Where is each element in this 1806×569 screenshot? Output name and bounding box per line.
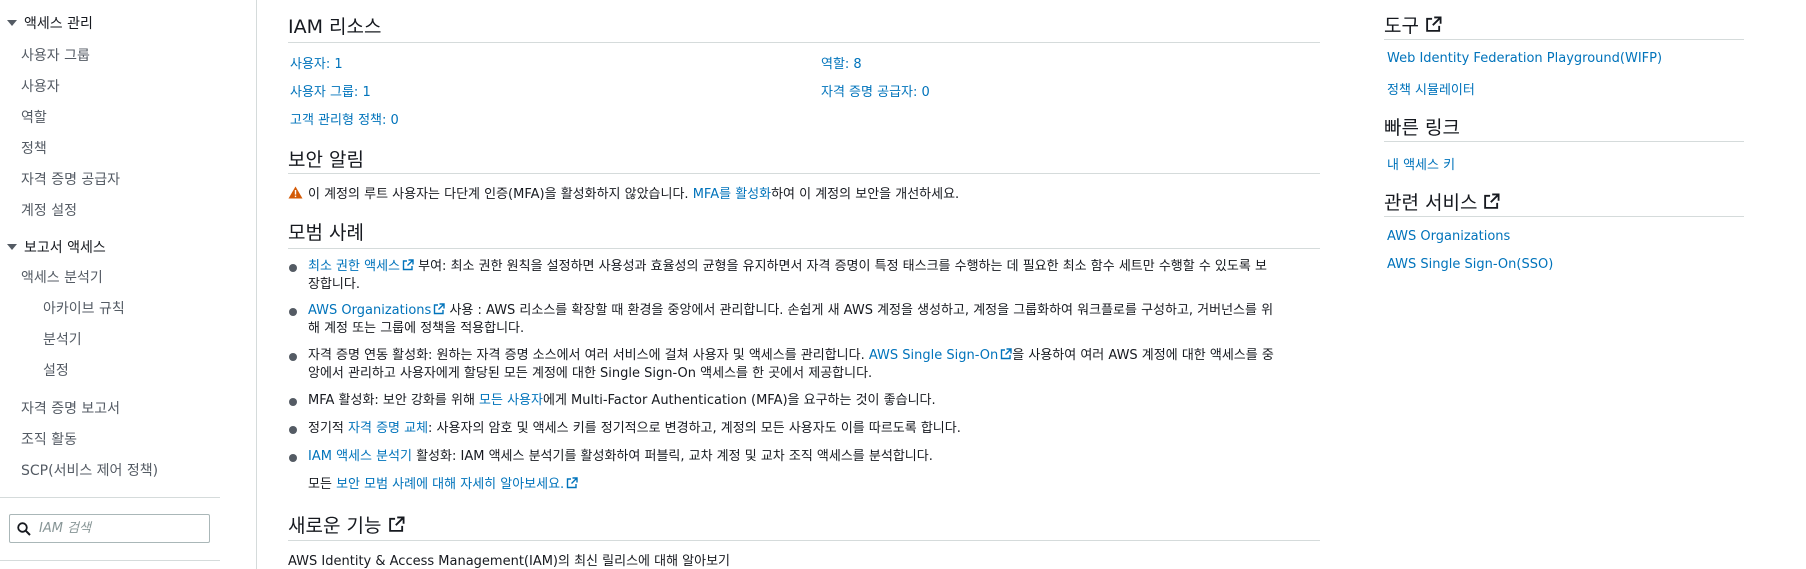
section-access-management-label: 액세스 관리 [24, 16, 93, 32]
bullet [289, 264, 297, 272]
related-services-title[interactable]: 관련 서비스 [1384, 188, 1500, 215]
sidebar-item-roles[interactable]: 역할 [21, 107, 47, 127]
bullet [289, 426, 297, 434]
sidebar-item-credential-report[interactable]: 자격 증명 보고서 [21, 398, 120, 418]
users-count-link[interactable]: 사용자: 1 [290, 53, 343, 72]
sidebar-item-users[interactable]: 사용자 [21, 76, 60, 96]
best-practice-item: 정기적 자격 증명 교체: 사용자의 암호 및 액세스 키를 정기적으로 변경하… [289, 420, 1278, 438]
learn-more: 모든 보안 모범 사례에 대해 자세히 알아보세요. [308, 476, 1278, 494]
best-practice-item: MFA 활성화: 보안 강화를 위해 모든 사용자에게 Multi-Factor… [289, 392, 1278, 410]
security-best-practices-link[interactable]: 보안 모범 사례에 대해 자세히 알아보세요. [336, 477, 578, 492]
divider [288, 248, 1320, 249]
sidebar-item-policies[interactable]: 정책 [21, 138, 47, 158]
least-privilege-link-label: 최소 권한 액세스 [308, 259, 400, 274]
tools-title-label: 도구 [1384, 15, 1419, 37]
enable-mfa-link[interactable]: MFA를 활성화 [693, 183, 771, 202]
section-access-reports-label: 보고서 액세스 [24, 240, 106, 256]
identity-federation-text: 자격 증명 연동 활성화: 원하는 자격 증명 소스에서 여러 서비스에 걸쳐 … [308, 348, 869, 363]
mfa-practice-text: MFA 활성화: 보안 강화를 위해 [308, 393, 480, 408]
caret-down-icon [7, 20, 17, 26]
aws-organizations-link-label: AWS Organizations [308, 303, 432, 318]
wifp-link[interactable]: Web Identity Federation Playground(WIFP) [1387, 51, 1662, 66]
warning-icon [288, 186, 303, 199]
bullet [289, 398, 297, 406]
external-link-icon [1001, 348, 1012, 360]
whats-new-title-label: 새로운 기능 [288, 515, 382, 537]
policy-simulator-link[interactable]: 정책 시뮬레이터 [1387, 79, 1475, 98]
aws-organizations-link[interactable]: AWS Organizations [308, 303, 446, 318]
identity-providers-count-link[interactable]: 자격 증명 공급자: 0 [821, 81, 930, 100]
sidebar-item-account-settings[interactable]: 계정 설정 [21, 200, 77, 220]
sidebar-item-identity-providers[interactable]: 자격 증명 공급자 [21, 169, 120, 189]
divider [1384, 141, 1744, 142]
rotate-credentials-text: : 사용자의 암호 및 액세스 키를 정기적으로 변경하고, 계정의 모든 사용… [428, 421, 961, 436]
best-practices-title: 모범 사례 [288, 222, 364, 244]
aws-sso-link-label: AWS Single Sign-On [868, 348, 999, 363]
rotate-credentials-link[interactable]: 자격 증명 교체 [348, 421, 428, 436]
sidebar-divider [0, 560, 220, 561]
divider [288, 540, 1320, 541]
bullet [289, 454, 297, 462]
least-privilege-link[interactable]: 최소 권한 액세스 [308, 259, 414, 274]
bullet [289, 308, 297, 316]
aws-organizations-service-link[interactable]: AWS Organizations [1387, 229, 1510, 244]
user-groups-count-link[interactable]: 사용자 그룹: 1 [290, 81, 371, 100]
all-users-link[interactable]: 모든 사용자 [479, 393, 543, 408]
mfa-practice-suffix: 에게 Multi-Factor Authentication (MFA)을 요구… [542, 393, 936, 408]
aws-sso-service-link[interactable]: AWS Single Sign-On(SSO) [1387, 257, 1553, 272]
security-alerts-title: 보안 알림 [288, 149, 364, 171]
external-link-icon [1426, 16, 1442, 32]
divider [288, 173, 1320, 174]
section-access-reports[interactable]: 보고서 액세스 [7, 237, 106, 257]
divider [1384, 216, 1744, 217]
roles-count-link[interactable]: 역할: 8 [821, 53, 862, 72]
section-access-management[interactable]: 액세스 관리 [7, 13, 93, 33]
sidebar: 액세스 관리 사용자 그룹 사용자 역할 정책 자격 증명 공급자 계정 설정 … [0, 0, 257, 569]
whats-new-text: AWS Identity & Access Management(IAM)의 최… [288, 554, 731, 569]
sidebar-item-analyzer-settings[interactable]: 설정 [43, 360, 69, 380]
rotate-credentials-prefix: 정기적 [308, 421, 349, 436]
external-link-icon [566, 477, 578, 489]
iam-access-analyzer-link[interactable]: IAM 액세스 분석기 [308, 449, 412, 464]
caret-down-icon [7, 244, 17, 250]
quick-links-title: 빠른 링크 [1384, 117, 1460, 139]
search-icon [17, 521, 31, 536]
bullet [289, 353, 297, 361]
best-practice-item: 자격 증명 연동 활성화: 원하는 자격 증명 소스에서 여러 서비스에 걸쳐 … [289, 347, 1278, 383]
sidebar-item-access-analyzer[interactable]: 액세스 분석기 [21, 267, 103, 287]
least-privilege-text: 부여: 최소 권한 원칙을 설정하면 사용성과 효율성의 균형을 유지하면서 자… [308, 259, 1267, 292]
sidebar-item-organization-activity[interactable]: 조직 활동 [21, 429, 77, 449]
search-input[interactable] [37, 520, 191, 537]
search-box[interactable] [9, 514, 210, 543]
external-link-icon [1484, 193, 1500, 209]
external-link-icon [434, 303, 446, 315]
my-access-keys-link[interactable]: 내 액세스 키 [1387, 154, 1455, 173]
sidebar-item-analyzers[interactable]: 분석기 [43, 329, 82, 349]
mfa-alert-text: 이 계정의 루트 사용자는 다단계 인증(MFA)을 활성화하지 않았습니다. [308, 187, 693, 202]
divider [1384, 39, 1744, 40]
mfa-alert-suffix: 하여 이 계정의 보안을 개선하세요. [771, 187, 960, 202]
mfa-alert: 이 계정의 루트 사용자는 다단계 인증(MFA)을 활성화하지 않았습니다. … [288, 183, 959, 202]
divider [288, 42, 1320, 43]
security-best-practices-link-label: 보안 모범 사례에 대해 자세히 알아보세요. [336, 477, 565, 492]
external-link-icon [389, 516, 405, 532]
iam-access-analyzer-text: 활성화: IAM 액세스 분석기를 활성화하여 퍼블릭, 교차 계정 및 교차 … [411, 449, 933, 464]
managed-policies-count-link[interactable]: 고객 관리형 정책: 0 [290, 109, 399, 128]
sidebar-divider [0, 497, 220, 498]
iam-resources-title: IAM 리소스 [288, 16, 382, 38]
related-services-title-label: 관련 서비스 [1384, 192, 1478, 214]
best-practice-item: 최소 권한 액세스 부여: 최소 권한 원칙을 설정하면 사용성과 효율성의 균… [289, 258, 1278, 294]
sidebar-item-scp[interactable]: SCP(서비스 제어 정책) [21, 460, 158, 480]
sidebar-item-archive-rules[interactable]: 아카이브 규칙 [43, 298, 125, 318]
aws-sso-link[interactable]: AWS Single Sign-On [869, 348, 1012, 363]
sidebar-item-user-groups[interactable]: 사용자 그룹 [21, 45, 90, 65]
whats-new-title[interactable]: 새로운 기능 [288, 511, 405, 538]
external-link-icon [402, 259, 414, 271]
tools-title[interactable]: 도구 [1384, 11, 1442, 38]
best-practice-item: AWS Organizations 사용 : AWS 리소스를 확장할 때 환경… [289, 302, 1278, 338]
learn-more-prefix: 모든 [308, 477, 337, 492]
aws-organizations-text: 사용 : AWS 리소스를 확장할 때 환경을 중앙에서 관리합니다. 손쉽게 … [308, 303, 1274, 336]
best-practice-item: IAM 액세스 분석기 활성화: IAM 액세스 분석기를 활성화하여 퍼블릭,… [289, 448, 1278, 466]
